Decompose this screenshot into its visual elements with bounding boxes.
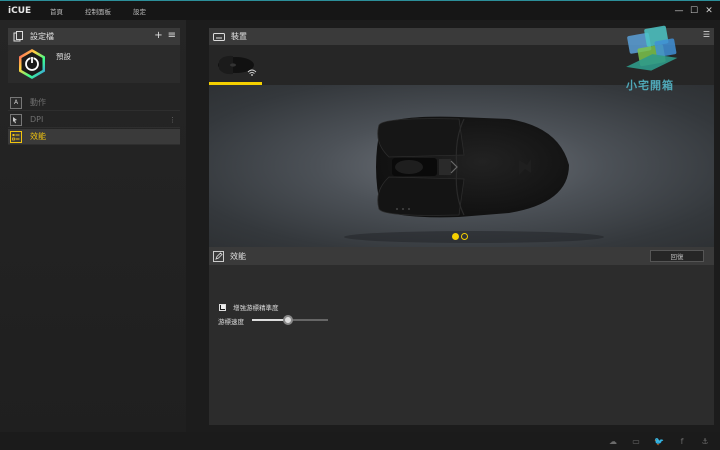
keyboard-icon bbox=[213, 31, 225, 43]
title-bar: iCUE 首頁 控制面板 設定 — ☐ ✕ bbox=[0, 0, 720, 20]
profiles-header: 設定檔 + ≡ bbox=[8, 28, 180, 45]
edit-icon bbox=[213, 250, 224, 262]
device-pager bbox=[452, 233, 470, 240]
enhance-precision-checkbox[interactable] bbox=[219, 303, 226, 311]
profiles-icon bbox=[12, 31, 24, 43]
pager-dot-2[interactable] bbox=[461, 233, 468, 240]
performance-title: 效能 bbox=[230, 251, 246, 261]
performance-header: 效能 回復 bbox=[209, 247, 714, 265]
pager-dot-1[interactable] bbox=[452, 233, 459, 240]
menu-icon[interactable]: ≡ bbox=[168, 30, 176, 41]
action-label: 動作 bbox=[30, 98, 46, 107]
chat-icon[interactable]: ▭ bbox=[631, 436, 641, 446]
watermark-text: 小宅開箱 bbox=[626, 79, 674, 92]
cloud-icon[interactable]: ☁ bbox=[608, 436, 618, 446]
social-links: ☁ ▭ 🐦 f ⚓ bbox=[595, 436, 710, 446]
check-mark-icon bbox=[220, 305, 225, 309]
mouse-image bbox=[344, 116, 604, 243]
nav-dashboard[interactable]: 控制面板 bbox=[85, 6, 111, 16]
list-menu-icon[interactable]: ☰ bbox=[703, 30, 710, 39]
profiles-title: 設定檔 bbox=[30, 32, 54, 41]
maximize-icon[interactable]: ☐ bbox=[687, 4, 701, 18]
action-item-performance[interactable]: 效能 bbox=[8, 129, 180, 145]
device-tab-mouse[interactable] bbox=[209, 45, 262, 85]
profile-logo-icon bbox=[16, 48, 48, 83]
actions-icon: A bbox=[10, 96, 22, 109]
enhance-precision-label: 增強游標精準度 bbox=[233, 304, 279, 312]
profile-card[interactable]: 預設 bbox=[8, 45, 180, 83]
close-icon[interactable]: ✕ bbox=[702, 4, 716, 18]
status-bar: ☁ ▭ 🐦 f ⚓ bbox=[0, 432, 720, 450]
action-item-dpi[interactable]: DPI ⋮ bbox=[8, 112, 180, 128]
nav-settings[interactable]: 設定 bbox=[133, 6, 146, 16]
corsair-logo-icon[interactable]: ⚓ bbox=[700, 436, 710, 446]
action-label: 效能 bbox=[30, 132, 46, 141]
pointer-speed-label: 游標速度 bbox=[218, 318, 244, 326]
nav-home[interactable]: 首頁 bbox=[50, 6, 63, 16]
profile-name: 預設 bbox=[56, 52, 71, 61]
performance-icon bbox=[10, 130, 22, 143]
window-controls: — ☐ ✕ bbox=[671, 4, 716, 18]
facebook-icon[interactable]: f bbox=[677, 436, 687, 446]
minimize-icon[interactable]: — bbox=[672, 4, 686, 18]
enhance-precision-row[interactable]: 增強游標精準度 bbox=[219, 302, 279, 312]
app-name: iCUE bbox=[8, 5, 32, 16]
mouse-thumbnail-icon bbox=[218, 55, 257, 76]
pointer-speed-slider[interactable] bbox=[252, 315, 328, 325]
reset-button[interactable]: 回復 bbox=[650, 250, 704, 262]
dpi-icon bbox=[10, 113, 22, 126]
slider-knob[interactable] bbox=[282, 315, 293, 325]
performance-panel bbox=[209, 247, 714, 425]
plus-icon[interactable]: + bbox=[154, 30, 162, 41]
device-preview bbox=[209, 85, 714, 247]
devices-title: 裝置 bbox=[231, 32, 247, 41]
more-icon[interactable]: ⋮ bbox=[169, 116, 176, 124]
twitter-icon[interactable]: 🐦 bbox=[654, 436, 664, 446]
action-label: DPI bbox=[30, 115, 44, 124]
action-item-actions[interactable]: A 動作 bbox=[8, 95, 180, 111]
